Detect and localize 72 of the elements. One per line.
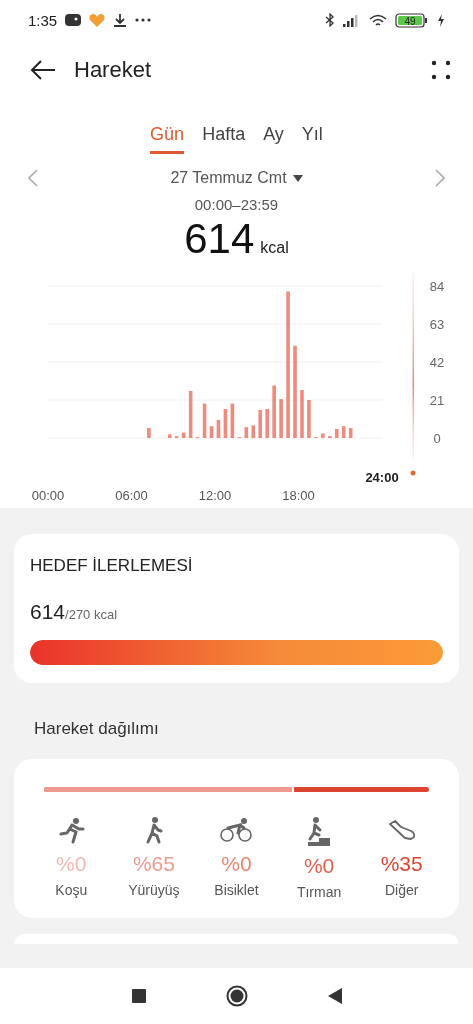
download-icon <box>113 13 128 27</box>
goal-target: /270 kcal <box>65 607 118 622</box>
bar <box>348 428 353 438</box>
bar <box>307 400 311 438</box>
y-axis-label: 63 <box>429 316 445 332</box>
activity-percent: %0 <box>56 852 87 876</box>
bar <box>223 409 228 438</box>
date-selector[interactable]: 27 Temmuz Cmt <box>164 168 309 188</box>
activity-percent: %65 <box>132 852 175 876</box>
cursor-time: 24:00 <box>365 470 399 485</box>
bar <box>321 433 325 438</box>
wifi-icon <box>369 13 387 27</box>
home-button[interactable] <box>225 985 248 1007</box>
goal-value: 614 <box>30 600 66 624</box>
signal-icon <box>343 13 361 27</box>
x-axis-label: 18:00 <box>282 488 315 503</box>
x-axis-label: 00:00 <box>31 488 65 503</box>
bar <box>341 426 346 438</box>
activity-percent: %0 <box>303 854 335 878</box>
bar <box>251 425 256 438</box>
more-icon <box>135 18 152 22</box>
bar <box>279 399 283 438</box>
heart-icon <box>89 13 106 27</box>
goal-title: HEDEF İLERLEMESİ <box>30 556 194 576</box>
cursor-dot <box>410 470 416 476</box>
running-person-icon <box>57 816 86 844</box>
caret-icon <box>292 174 303 182</box>
period-tab[interactable]: Gün <box>150 124 185 154</box>
activity-label: Koşu <box>55 882 88 898</box>
activity-percent: %35 <box>380 852 423 876</box>
period-tab[interactable]: Ay <box>263 124 284 154</box>
bar <box>300 390 304 438</box>
page-title: Hareket <box>74 57 153 83</box>
y-axis-label: 21 <box>429 392 445 408</box>
y-axis-label: 42 <box>429 354 445 370</box>
y-axis-label: 0 <box>433 430 441 446</box>
period-tab[interactable]: Yıl <box>301 124 323 154</box>
bar <box>216 419 221 438</box>
bar <box>258 409 263 438</box>
bar <box>147 428 151 438</box>
bar <box>209 426 214 438</box>
x-axis-label: 12:00 <box>198 488 232 503</box>
recents-button[interactable] <box>131 989 146 1003</box>
bar <box>202 403 207 438</box>
activity-label: Bisiklet <box>214 882 259 898</box>
bar <box>244 427 249 438</box>
back-button[interactable] <box>30 59 56 81</box>
battery-level: 49 <box>404 15 416 26</box>
period-tab[interactable]: Hafta <box>202 124 246 154</box>
bar <box>188 390 193 438</box>
bar <box>181 432 186 438</box>
back-nav-button[interactable] <box>327 988 342 1004</box>
calorie-unit: kcal <box>260 239 289 257</box>
total-calories: 614 <box>184 215 255 263</box>
bluetooth-icon <box>325 13 335 27</box>
bar <box>334 428 339 438</box>
x-axis-label: 06:00 <box>115 488 148 503</box>
time-range: 00:00–23:59 <box>193 196 280 213</box>
cyclist-icon <box>220 816 253 844</box>
y-axis-label: 84 <box>429 278 445 294</box>
section-title: Hareket dağılımı <box>33 718 160 740</box>
charging-icon <box>437 13 445 27</box>
status-time: 1:35 <box>28 11 58 29</box>
activity-label: Diğer <box>384 882 419 898</box>
bar <box>265 409 269 438</box>
activity-percent: %0 <box>221 852 252 876</box>
bar <box>167 434 172 438</box>
more-button[interactable] <box>431 60 451 80</box>
activity-label: Yürüyüş <box>128 882 180 898</box>
bar <box>230 403 235 438</box>
activity-label: Tırman <box>296 884 342 900</box>
bar <box>272 385 276 438</box>
